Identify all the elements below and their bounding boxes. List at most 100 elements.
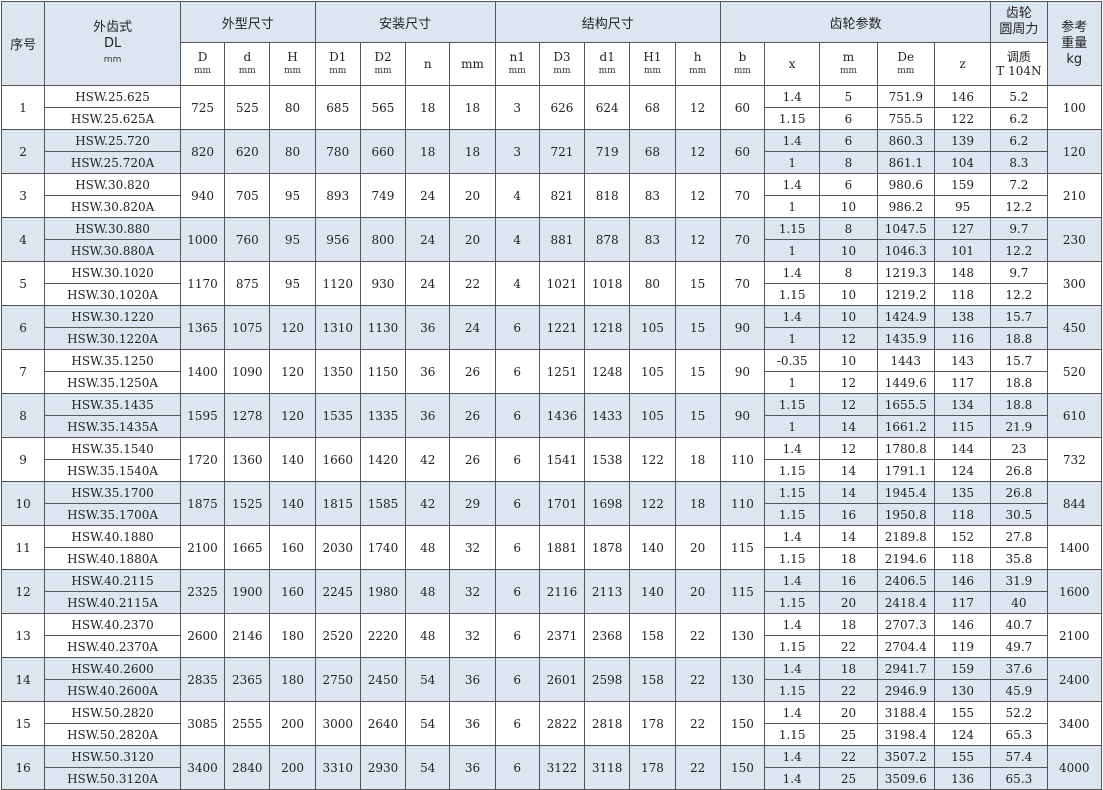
cell-seq: 13 bbox=[0, 613, 46, 658]
cell-h: 22 bbox=[674, 657, 721, 702]
cell-h: 80 bbox=[269, 85, 316, 130]
cell-d1: 3310 bbox=[314, 745, 361, 790]
cell-d: 2840 bbox=[224, 745, 271, 790]
cell-n: 36 bbox=[405, 393, 451, 438]
cell-seq: 4 bbox=[0, 217, 46, 262]
subheader-label: H bbox=[287, 50, 298, 64]
cell-m: 6 bbox=[819, 107, 878, 130]
table-row: 4 HSW.30.880 1000 760 95 956 800 24 20 4 881 878 83 1… bbox=[0, 217, 1103, 262]
cell-d: 1360 bbox=[224, 437, 271, 482]
cell-h: 12 bbox=[674, 85, 721, 130]
subheader-unit: mm bbox=[283, 66, 302, 76]
cell-d: 1090 bbox=[224, 349, 271, 394]
cell-d3: 2822 bbox=[538, 701, 586, 746]
cell-h1: 178 bbox=[629, 745, 676, 790]
cell-d3: 1251 bbox=[538, 349, 586, 394]
cell-h: 12 bbox=[674, 129, 721, 174]
cell-n: 42 bbox=[405, 437, 451, 482]
cell-d2: 1335 bbox=[359, 393, 407, 438]
cell-m: 14 bbox=[819, 525, 878, 548]
cell-force: 9.7 bbox=[990, 217, 1048, 240]
cell-model: HSW.30.1020 bbox=[44, 261, 181, 284]
cell-d2: 930 bbox=[359, 261, 407, 306]
cell-x: 1.4 bbox=[764, 701, 821, 724]
subheader-unit: mm bbox=[897, 66, 915, 76]
cell-force: 6.2 bbox=[990, 129, 1048, 152]
cell-h: 120 bbox=[269, 349, 316, 394]
table-row: 7 HSW.35.1250 1400 1090 120 1350 1150 36 26 6 1251… bbox=[0, 349, 1103, 394]
table-row: 11 HSW.40.1880 2100 1665 160 2030 1740 48 32 6 188… bbox=[0, 525, 1103, 570]
cell-d: 1525 bbox=[224, 481, 271, 526]
cell-model: HSW.30.820 bbox=[44, 173, 181, 196]
cell-d2: 2930 bbox=[359, 745, 407, 790]
cell-x: 1 bbox=[764, 371, 821, 394]
cell-b: 130 bbox=[719, 657, 766, 702]
cell-d: 1000 bbox=[179, 217, 226, 262]
cell-b: 115 bbox=[719, 525, 766, 570]
cell-d1: 1350 bbox=[314, 349, 361, 394]
cell-n1: 6 bbox=[494, 305, 540, 350]
cell-z: 117 bbox=[933, 371, 992, 394]
header-weight: 参考 重量 kg bbox=[1046, 1, 1103, 86]
cell-de: 2707.3 bbox=[876, 613, 935, 636]
cell-x: 1.15 bbox=[764, 283, 821, 306]
subheader-label: d1 bbox=[599, 50, 615, 64]
cell-de: 3198.4 bbox=[876, 723, 935, 746]
subheader-label: h bbox=[693, 50, 702, 64]
cell-b: 90 bbox=[719, 393, 766, 438]
cell-m: 12 bbox=[819, 393, 878, 416]
subheader-unit: mm bbox=[598, 66, 616, 76]
cell-de: 3188.4 bbox=[876, 701, 935, 724]
cell-d3: 1541 bbox=[538, 437, 586, 482]
cell-h: 120 bbox=[269, 393, 316, 438]
cell-model: HSW.40.2600 bbox=[44, 657, 181, 680]
spec-sheet: 序号 外齿式 DL mm 外型尺寸 安装尺寸 结构尺寸 齿轮参数 齿轮 圆周力 … bbox=[0, 0, 1103, 790]
cell-force: 35.8 bbox=[990, 547, 1048, 570]
header-group-outer: 外型尺寸 bbox=[179, 1, 316, 43]
cell-x: 1.4 bbox=[764, 173, 821, 196]
cell-d1: 685 bbox=[314, 85, 361, 130]
cell-x: 1.4 bbox=[764, 569, 821, 592]
cell-n1: 6 bbox=[494, 613, 540, 658]
cell-z: 95 bbox=[933, 195, 992, 218]
cell-mm: 32 bbox=[449, 525, 496, 570]
cell-m: 18 bbox=[819, 613, 878, 636]
cell-seq: 16 bbox=[0, 745, 46, 790]
cell-force: 8.3 bbox=[990, 151, 1048, 174]
cell-n1: 3 bbox=[494, 85, 540, 130]
cell-n: 48 bbox=[405, 569, 451, 614]
subheader-label: n bbox=[423, 57, 432, 71]
cell-model: HSW.35.1540 bbox=[44, 437, 181, 460]
cell-d1: 719 bbox=[584, 129, 631, 174]
cell-model: HSW.35.1250 bbox=[44, 349, 181, 372]
subheader-unit: mm bbox=[689, 66, 707, 76]
cell-x: 1 bbox=[764, 415, 821, 438]
cell-d1: 1535 bbox=[314, 393, 361, 438]
cell-h: 22 bbox=[674, 701, 721, 746]
cell-h: 95 bbox=[269, 261, 316, 306]
subheader-label: D2 bbox=[374, 50, 392, 64]
header-model-label: 外齿式 bbox=[93, 19, 133, 35]
cell-model: HSW.30.1020A bbox=[44, 283, 181, 306]
cell-mm: 18 bbox=[449, 129, 496, 174]
cell-d1: 1310 bbox=[314, 305, 361, 350]
cell-h1: 158 bbox=[629, 613, 676, 658]
cell-weight: 120 bbox=[1046, 129, 1103, 174]
subheader-label: D1 bbox=[329, 50, 347, 64]
cell-de: 755.5 bbox=[876, 107, 935, 130]
cell-mm: 26 bbox=[449, 437, 496, 482]
cell-h: 22 bbox=[674, 745, 721, 790]
cell-force: 40.7 bbox=[990, 613, 1048, 636]
cell-mm: 36 bbox=[449, 657, 496, 702]
cell-force: 27.8 bbox=[990, 525, 1048, 548]
subheader-unit: mm bbox=[238, 66, 256, 76]
header-seq: 序号 bbox=[0, 1, 46, 86]
cell-model: HSW.25.720A bbox=[44, 151, 181, 174]
cell-x: 1 bbox=[764, 327, 821, 350]
cell-m: 25 bbox=[819, 767, 878, 790]
cell-d1: 1660 bbox=[314, 437, 361, 482]
cell-d1: 1538 bbox=[584, 437, 631, 482]
cell-de: 861.1 bbox=[876, 151, 935, 174]
cell-z: 155 bbox=[933, 701, 992, 724]
cell-n: 36 bbox=[405, 305, 451, 350]
